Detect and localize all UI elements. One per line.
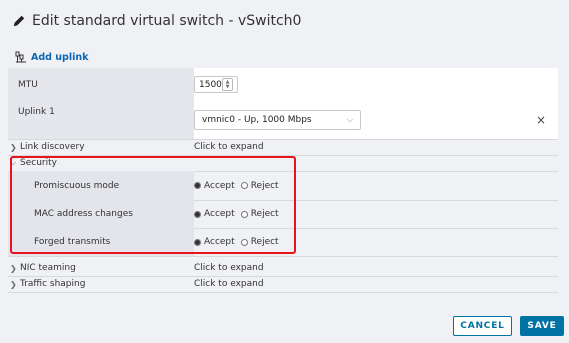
promiscuous-accept-radio[interactable]: Accept (194, 181, 235, 191)
network-adapter-icon (15, 51, 26, 63)
promiscuous-mode-label: Promiscuous mode (34, 180, 120, 191)
traffic-shaping-label: Traffic shaping (20, 279, 86, 289)
nic-teaming-label: NIC teaming (20, 263, 76, 273)
add-uplink-label: Add uplink (31, 51, 89, 63)
forged-transmits-row: Forged transmits Accept Reject (8, 228, 558, 257)
nic-teaming-row[interactable]: ❯ NIC teaming Click to expand (8, 260, 558, 277)
uplink1-selected-value: vmnic0 - Up, 1000 Mbps (202, 115, 312, 125)
reject-label: Reject (250, 237, 279, 247)
link-discovery-label: Link discovery (20, 142, 85, 152)
mtu-stepper[interactable]: 1500 ▲ ▼ (194, 76, 238, 93)
promiscuous-reject-radio[interactable]: Reject (240, 180, 279, 191)
chevron-right-icon: ❯ (10, 279, 17, 289)
stepper-arrows-icon[interactable]: ▲ ▼ (222, 78, 233, 91)
forged-transmits-label: Forged transmits (34, 237, 111, 247)
add-uplink-button[interactable]: Add uplink (15, 50, 88, 64)
mtu-label: MTU (18, 79, 38, 90)
cancel-button[interactable]: CANCEL (453, 316, 512, 336)
nic-teaming-expand-text[interactable]: Click to expand (194, 263, 264, 273)
promiscuous-mode-radio-group: Accept Reject (194, 181, 279, 191)
mac-address-changes-row: MAC address changes Accept Reject (8, 200, 558, 229)
close-icon[interactable]: × (536, 101, 546, 139)
edit-vswitch-dialog: Edit standard virtual switch - vSwitch0 … (0, 0, 569, 343)
mac-changes-accept-radio[interactable]: Accept (194, 209, 235, 219)
mtu-value: 1500 (199, 79, 222, 90)
pencil-icon (13, 15, 25, 27)
uplink1-row: Uplink 1 vmnic0 - Up, 1000 Mbps ⌵ × (8, 101, 558, 140)
accept-label: Accept (204, 237, 235, 247)
chevron-down-icon: ⌵ (346, 115, 353, 124)
chevron-right-icon: ❯ (10, 142, 17, 152)
dialog-title: Edit standard virtual switch - vSwitch0 (12, 10, 301, 32)
save-button[interactable]: SAVE (520, 316, 564, 336)
forged-reject-radio[interactable]: Reject (240, 237, 279, 247)
mac-address-changes-label: MAC address changes (34, 209, 133, 219)
traffic-shaping-expand-text[interactable]: Click to expand (194, 279, 264, 289)
security-label: Security (20, 158, 57, 168)
dialog-title-text: Edit standard virtual switch - vSwitch0 (32, 13, 302, 29)
reject-label: Reject (250, 209, 279, 219)
reject-label: Reject (250, 180, 279, 191)
mac-changes-radio-group: Accept Reject (194, 209, 279, 219)
mtu-row: MTU 1500 ▲ ▼ (8, 68, 558, 102)
chevron-down-icon: ⌵ (10, 158, 17, 167)
promiscuous-mode-row: Promiscuous mode Accept Reject (8, 171, 558, 201)
forged-accept-radio[interactable]: Accept (194, 237, 235, 247)
forged-transmits-radio-group: Accept Reject (194, 237, 279, 247)
accept-label: Accept (204, 180, 235, 191)
mac-changes-reject-radio[interactable]: Reject (240, 209, 279, 219)
accept-label: Accept (204, 209, 235, 219)
traffic-shaping-row[interactable]: ❯ Traffic shaping Click to expand (8, 276, 558, 293)
chevron-right-icon: ❯ (10, 263, 17, 273)
uplink1-select[interactable]: vmnic0 - Up, 1000 Mbps ⌵ (194, 110, 361, 130)
link-discovery-row[interactable]: ❯ Link discovery Click to expand (8, 139, 558, 156)
security-row[interactable]: ⌵ Security (8, 155, 558, 172)
link-discovery-expand-text[interactable]: Click to expand (194, 142, 264, 152)
